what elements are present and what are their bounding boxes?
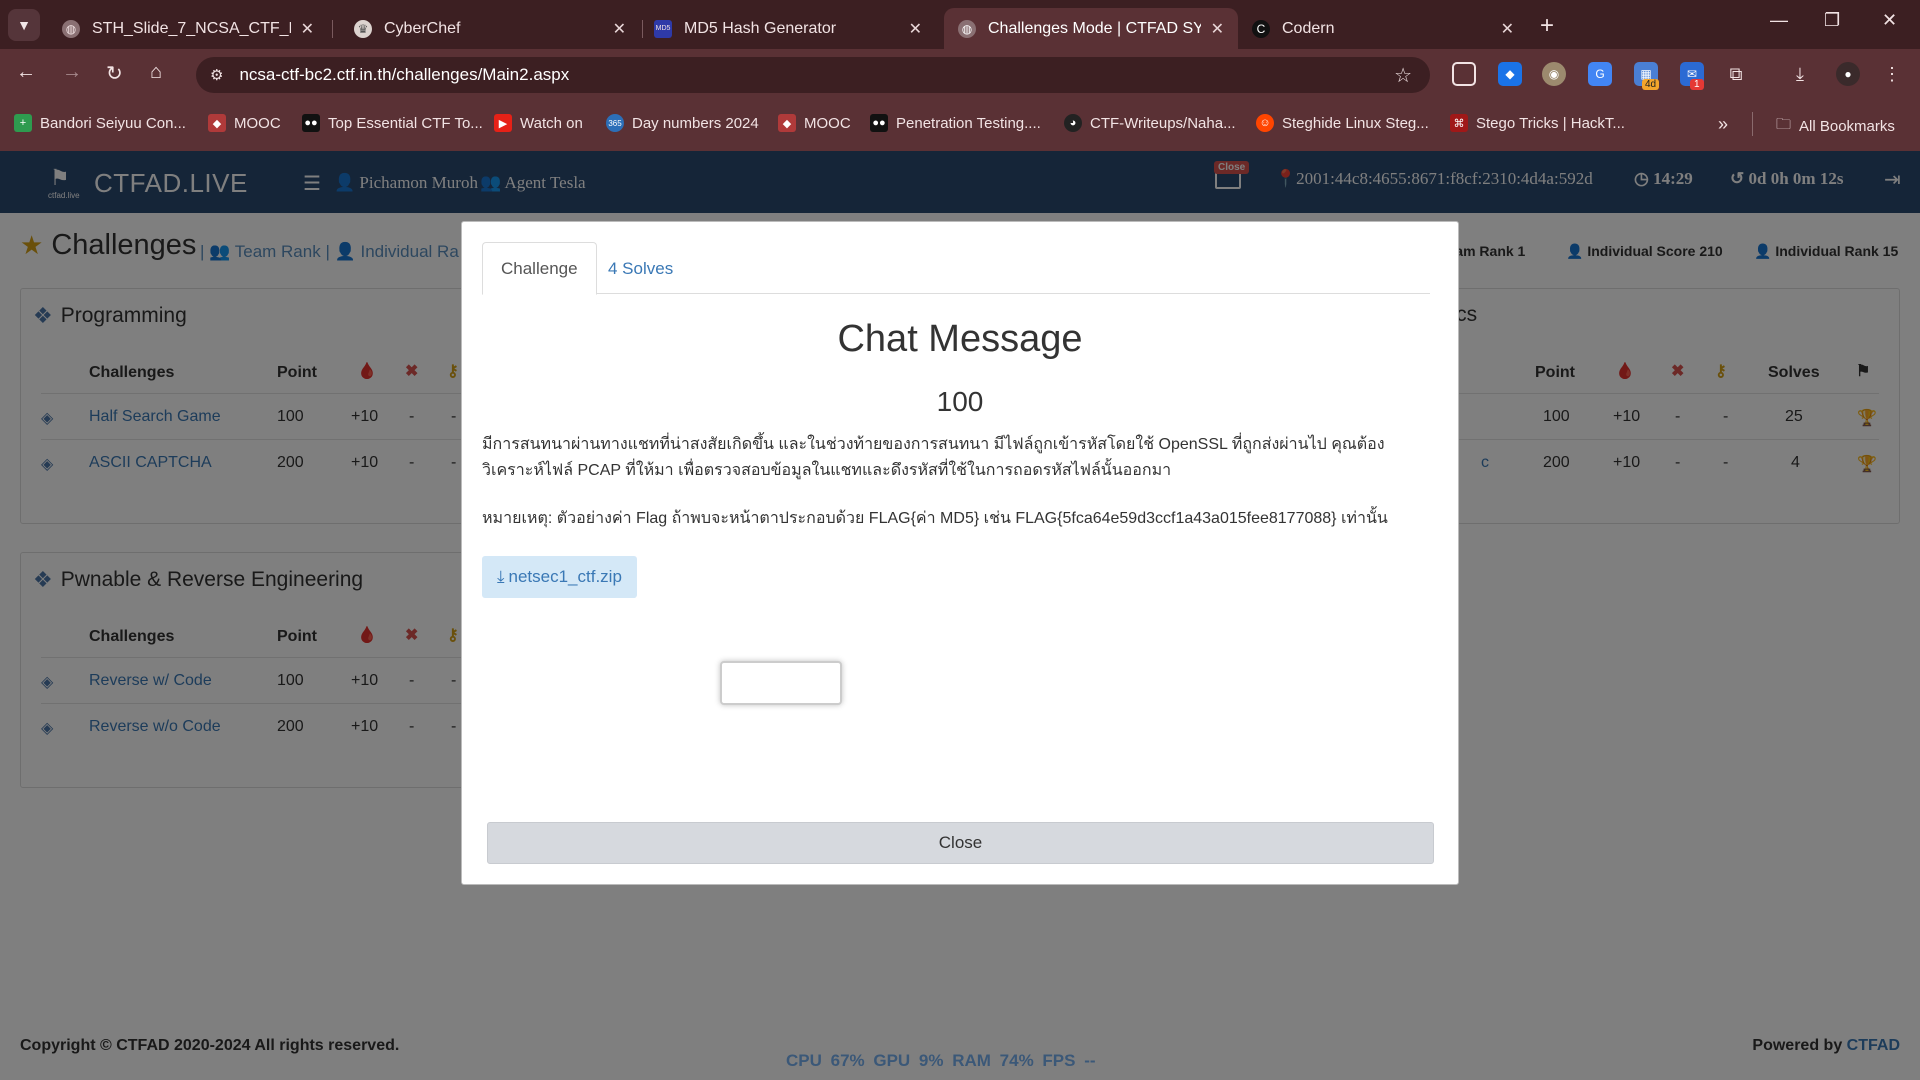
browser-tab[interactable]: MD5 MD5 Hash Generator ✕ bbox=[640, 8, 936, 49]
browser-tab-active[interactable]: ◍ Challenges Mode | CTFAD SYST ✕ bbox=[944, 8, 1238, 49]
bookmarks-divider bbox=[1752, 112, 1753, 136]
close-tab-icon[interactable]: ✕ bbox=[1211, 19, 1224, 39]
minimize-window-icon[interactable]: — bbox=[1770, 10, 1788, 31]
globe-icon: ◍ bbox=[958, 19, 976, 38]
sidebar-panel-icon[interactable] bbox=[1452, 62, 1476, 86]
challenge-modal: Challenge 4 Solves Chat Message 100 มีกา… bbox=[461, 221, 1459, 885]
url-text[interactable]: ncsa-ctf-bc2.ctf.in.th/challenges/Main2.… bbox=[239, 65, 569, 85]
download-file-button[interactable]: ⤓ netsec1_ctf.zip bbox=[482, 556, 637, 598]
bookmark-star-icon[interactable]: ☆ bbox=[1394, 63, 1412, 88]
bookmark-item[interactable]: ▶ Watch on bbox=[494, 114, 583, 132]
challenge-points: 100 bbox=[936, 386, 984, 417]
close-tab-icon[interactable]: ✕ bbox=[301, 19, 314, 39]
back-arrow-icon[interactable]: ← bbox=[16, 61, 36, 84]
restore-window-icon[interactable]: ❐ bbox=[1824, 10, 1840, 31]
folder-icon: 🗀 bbox=[1776, 116, 1792, 133]
puzzle-extensions-icon[interactable]: ⧉ bbox=[1724, 62, 1748, 86]
browser-tab-strip: ▼ ◍ STH_Slide_7_NCSA_CTF_Bootca ✕ ♛ Cybe… bbox=[0, 0, 1920, 49]
shield-icon: ◆ bbox=[778, 114, 796, 132]
web-page: ⚑ ctfad.live CTFAD.LIVE ☰ 👤 Pichamon Mur… bbox=[0, 151, 1920, 1080]
globe-icon: ◍ bbox=[62, 19, 80, 38]
bookmark-item[interactable]: ☺ Steghide Linux Steg... bbox=[1256, 114, 1429, 132]
more-bookmarks-icon[interactable]: » bbox=[1718, 114, 1728, 135]
tab-solves[interactable]: 4 Solves bbox=[590, 242, 691, 295]
flag-input[interactable] bbox=[720, 661, 842, 705]
codern-icon: C bbox=[1252, 19, 1270, 38]
address-toolbar: ← → ↻ ⌂ ⚙ ncsa-ctf-bc2.ctf.in.th/challen… bbox=[0, 49, 1920, 100]
shield-icon: ◆ bbox=[208, 114, 226, 132]
medium-icon: ●● bbox=[870, 114, 888, 132]
close-button[interactable]: Close bbox=[487, 822, 1434, 864]
plus-icon: + bbox=[1540, 12, 1555, 39]
bookmark-item[interactable]: ⌘ Stego Tricks | HackT... bbox=[1450, 114, 1625, 132]
bookmark-item[interactable]: ◆ MOOC bbox=[778, 114, 851, 132]
translate-extension-icon[interactable]: G bbox=[1588, 62, 1612, 86]
browser-tab[interactable]: ◍ STH_Slide_7_NCSA_CTF_Bootca ✕ bbox=[48, 8, 328, 49]
tab-title: STH_Slide_7_NCSA_CTF_Bootca bbox=[92, 19, 291, 37]
bookmark-item[interactable]: ◆ MOOC bbox=[208, 114, 281, 132]
tab-challenge[interactable]: Challenge bbox=[482, 242, 597, 295]
365-icon: 365 bbox=[606, 114, 624, 132]
home-icon[interactable]: ⌂ bbox=[150, 61, 162, 84]
github-icon: ◕ bbox=[1064, 114, 1082, 132]
layers-extension-icon[interactable]: ◆ bbox=[1498, 62, 1522, 86]
bookmark-item[interactable]: 365 Day numbers 2024 bbox=[606, 114, 759, 132]
bookmark-item[interactable]: ●● Top Essential CTF To... bbox=[302, 114, 483, 132]
extension-badge: 4d bbox=[1642, 79, 1660, 90]
close-window-icon[interactable]: ✕ bbox=[1882, 10, 1897, 31]
site-info-icon[interactable]: ⚙ bbox=[210, 66, 223, 84]
chef-hat-icon: ♛ bbox=[354, 19, 372, 38]
medium-icon: ●● bbox=[302, 114, 320, 132]
tab-title: Codern bbox=[1282, 19, 1335, 37]
bookmark-item[interactable]: ◕ CTF-Writeups/Naha... bbox=[1064, 114, 1236, 132]
close-tab-icon[interactable]: ✕ bbox=[909, 19, 922, 39]
close-tab-icon[interactable]: ✕ bbox=[1501, 19, 1514, 39]
browser-menu-icon[interactable]: ⋮ bbox=[1880, 62, 1904, 86]
profile-avatar[interactable]: ● bbox=[1836, 62, 1860, 86]
extension-badge: 1 bbox=[1690, 79, 1704, 90]
tab-title: CyberChef bbox=[384, 19, 461, 37]
performance-overlay: CPU 67% GPU 9% RAM 74% FPS -- bbox=[786, 1051, 1096, 1070]
tab-title: MD5 Hash Generator bbox=[684, 19, 837, 37]
owl-extension-icon[interactable]: ◉ bbox=[1542, 62, 1566, 86]
forward-arrow-icon[interactable]: → bbox=[62, 61, 82, 84]
flag-format-note: หมายเหตุ: ตัวอย่างค่า Flag ถ้าพบจะหน้าตา… bbox=[482, 510, 1388, 527]
browser-tab[interactable]: C Codern ✕ bbox=[1238, 8, 1528, 49]
browser-tab[interactable]: ♛ CyberChef ✕ bbox=[340, 8, 640, 49]
tab-search-button[interactable]: ▼ bbox=[8, 9, 40, 41]
chevron-down-icon: ▼ bbox=[17, 17, 31, 33]
tab-separator bbox=[332, 20, 333, 38]
reddit-icon: ☺ bbox=[1256, 114, 1274, 132]
bookmark-item[interactable]: ●● Penetration Testing.... bbox=[870, 114, 1041, 132]
bookmark-item[interactable]: + Bandori Seiyuu Con... bbox=[14, 114, 186, 132]
hacktricks-icon: ⌘ bbox=[1450, 114, 1468, 132]
close-tab-icon[interactable]: ✕ bbox=[613, 19, 626, 39]
plus-icon: + bbox=[14, 114, 32, 132]
new-tab-button[interactable]: + bbox=[1540, 12, 1554, 40]
youtube-icon: ▶ bbox=[494, 114, 512, 132]
modal-tabs: Challenge 4 Solves bbox=[482, 242, 1430, 295]
bookmarks-bar: + Bandori Seiyuu Con... ◆ MOOC ●● Top Essen… bbox=[0, 100, 1920, 151]
address-bar[interactable]: ⚙ ncsa-ctf-bc2.ctf.in.th/challenges/Main… bbox=[196, 57, 1430, 93]
challenge-title: Chat Message bbox=[837, 318, 1083, 360]
challenge-description: มีการสนทนาผ่านทางแชทที่น่าสงสัยเกิดขึ้น … bbox=[482, 436, 1385, 479]
all-bookmarks-button[interactable]: 🗀 All Bookmarks bbox=[1776, 114, 1895, 139]
download-icon: ⤓ bbox=[497, 567, 505, 586]
md5-site-icon: MD5 bbox=[654, 19, 672, 38]
download-icon[interactable]: ⤓ bbox=[1788, 62, 1812, 86]
reload-icon[interactable]: ↻ bbox=[106, 61, 123, 86]
tab-title: Challenges Mode | CTFAD SYST bbox=[988, 19, 1201, 37]
